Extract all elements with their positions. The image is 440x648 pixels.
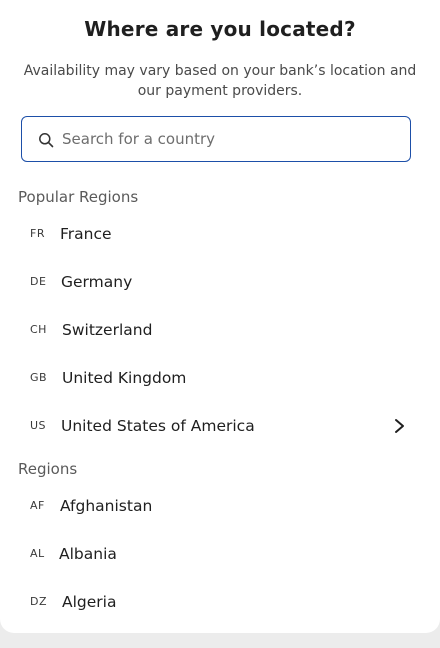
country-name: Afghanistan — [60, 497, 153, 515]
dialog-subtitle: Availability may vary based on your bank… — [23, 63, 417, 99]
country-item-united-states[interactable]: US United States of America — [0, 402, 440, 450]
country-item-afghanistan[interactable]: AF Afghanistan — [0, 482, 440, 530]
country-name: France — [60, 225, 112, 243]
country-name: Switzerland — [62, 321, 153, 339]
country-picker-panel: Where are you located? Availability may … — [0, 0, 440, 633]
dialog-title: Where are you located? — [84, 17, 356, 41]
country-code: GB — [30, 371, 48, 384]
popular-regions-heading: Popular Regions — [18, 188, 139, 206]
search-input[interactable] — [62, 117, 402, 161]
chevron-right-icon — [395, 419, 404, 433]
country-name: United Kingdom — [62, 369, 187, 387]
country-name: Albania — [59, 545, 117, 563]
country-item-germany[interactable]: DE Germany — [0, 258, 440, 306]
country-item-switzerland[interactable]: CH Switzerland — [0, 306, 440, 354]
country-code: CH — [30, 323, 47, 336]
country-item-albania[interactable]: AL Albania — [0, 530, 440, 578]
country-code: DE — [30, 275, 47, 288]
country-code: DZ — [30, 595, 48, 608]
country-name: United States of America — [61, 417, 255, 435]
search-icon — [39, 133, 54, 148]
country-code: AL — [30, 547, 45, 560]
country-name: Germany — [61, 273, 133, 291]
regions-heading: Regions — [18, 460, 78, 478]
country-item-united-kingdom[interactable]: GB United Kingdom — [0, 354, 440, 402]
country-code: FR — [30, 227, 45, 240]
country-item-france[interactable]: FR France — [0, 210, 440, 258]
country-code: AF — [30, 499, 45, 512]
country-name: Algeria — [62, 593, 117, 611]
country-code: US — [30, 419, 47, 432]
country-item-algeria[interactable]: DZ Algeria — [0, 578, 440, 626]
search-box[interactable] — [21, 116, 411, 162]
